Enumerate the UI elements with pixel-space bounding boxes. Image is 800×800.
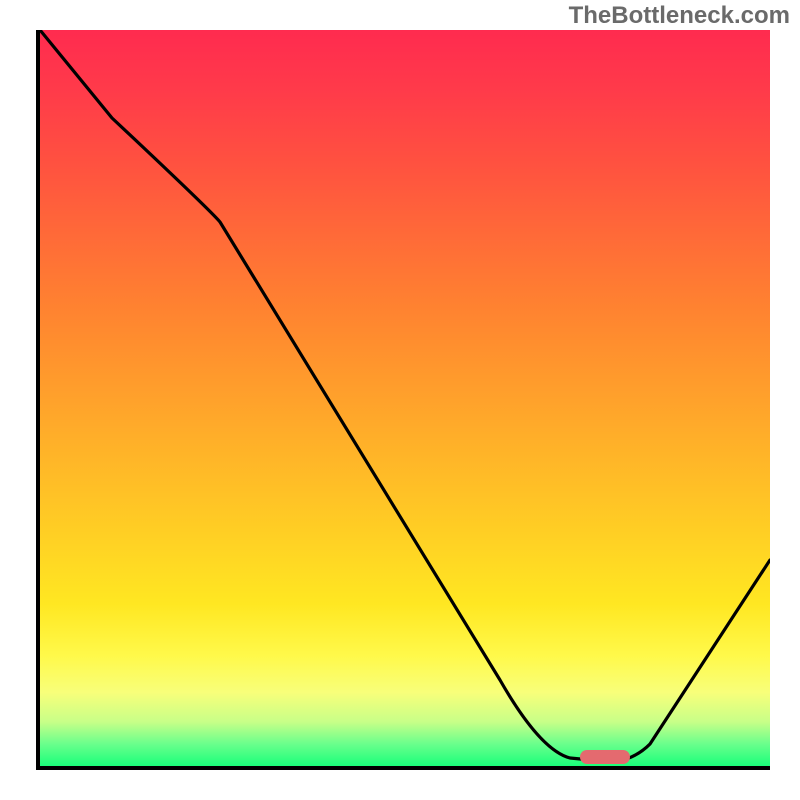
plot-area — [36, 30, 770, 770]
curve-path — [40, 30, 770, 762]
optimal-range-marker — [580, 750, 630, 764]
bottleneck-curve — [40, 30, 770, 766]
watermark-text: TheBottleneck.com — [569, 2, 790, 30]
chart-container: TheBottleneck.com — [0, 0, 800, 800]
